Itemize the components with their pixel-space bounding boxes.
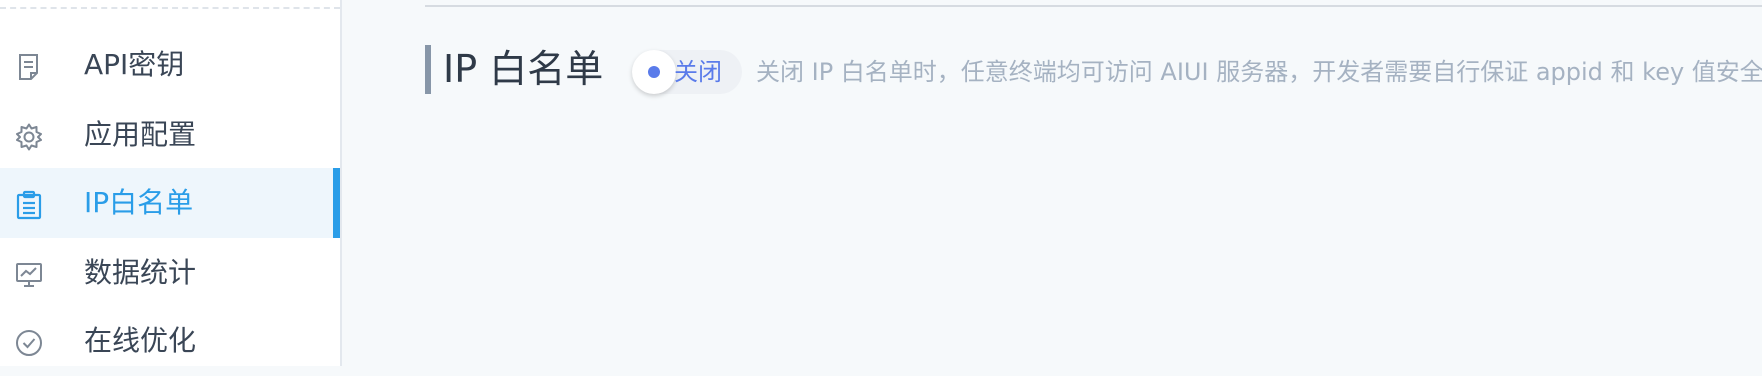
content-divider <box>425 5 1762 7</box>
sidebar-item-label: IP白名单 <box>84 186 194 219</box>
page-title: IP 白名单 <box>443 47 604 91</box>
sidebar-item-label: API密钥 <box>84 48 185 81</box>
sidebar-divider <box>0 7 340 9</box>
hint-text: 关闭 IP 白名单时，任意终端均可访问 AIUI 服务器，开发者需要自行保证 a… <box>756 58 1762 86</box>
toggle-knob <box>632 50 676 94</box>
sidebar-item-statistics[interactable]: 数据统计 <box>0 238 340 308</box>
ip-whitelist-toggle[interactable]: 关闭 <box>632 50 742 94</box>
sidebar: API密钥 应用配置 IP白名单 数据统计 在线优化 <box>0 0 342 366</box>
title-accent-bar <box>425 45 431 94</box>
gear-icon <box>14 122 44 152</box>
clipboard-icon <box>14 190 44 220</box>
monitor-chart-icon <box>14 260 44 290</box>
sidebar-item-ip-whitelist[interactable]: IP白名单 <box>0 168 340 238</box>
check-circle-icon <box>14 328 44 358</box>
sidebar-item-api-key[interactable]: API密钥 <box>0 30 340 100</box>
sidebar-item-label: 在线优化 <box>84 324 197 357</box>
sidebar-item-label: 数据统计 <box>84 256 197 289</box>
sidebar-item-label: 应用配置 <box>84 118 197 151</box>
toggle-label: 关闭 <box>674 58 722 86</box>
sidebar-item-app-config[interactable]: 应用配置 <box>0 100 340 170</box>
document-icon <box>14 52 44 82</box>
